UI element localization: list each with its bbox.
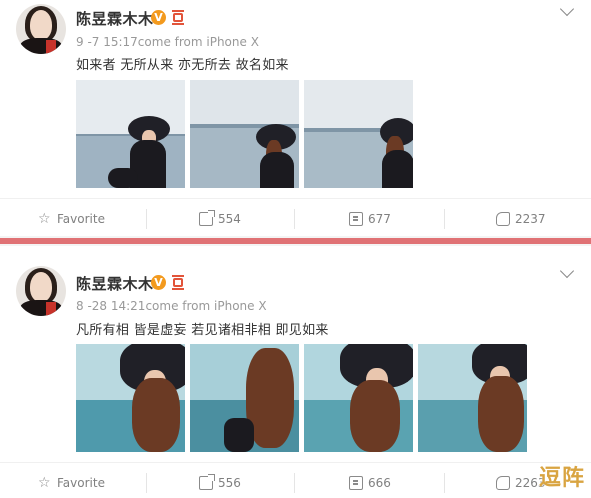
comment-button[interactable]: 666 <box>349 463 391 498</box>
avatar[interactable] <box>16 266 66 316</box>
star-icon: ☆ <box>38 475 51 491</box>
post-meta: 9 -7 15:17come from iPhone X <box>76 35 259 49</box>
post-text: 凡所有相 皆是虚妄 若见诸相非相 即见如来 <box>76 323 329 338</box>
post-photo[interactable] <box>190 80 299 188</box>
favorite-label: Favorite <box>57 476 105 490</box>
post-photo[interactable] <box>304 344 413 452</box>
chevron-down-icon[interactable] <box>559 1 575 17</box>
medal-icon <box>171 275 185 290</box>
post-text: 如来者 无所从来 亦无所去 故名如来 <box>76 58 289 73</box>
share-count: 556 <box>218 476 241 490</box>
favorite-label: Favorite <box>57 212 105 226</box>
share-button[interactable]: 556 <box>199 463 241 498</box>
verified-icon: V <box>151 275 166 290</box>
share-icon <box>199 210 215 226</box>
star-icon: ☆ <box>38 211 51 227</box>
verified-icon: V <box>151 10 166 25</box>
post-photo[interactable] <box>190 344 299 452</box>
post-meta: 8 -28 14:21come from iPhone X <box>76 299 267 313</box>
share-count: 554 <box>218 212 241 226</box>
like-icon <box>496 476 510 490</box>
user-name[interactable]: 陈昱霖木木 <box>76 8 154 29</box>
like-icon <box>496 212 510 226</box>
like-count: 2237 <box>515 212 546 226</box>
post-divider <box>0 236 591 246</box>
share-button[interactable]: 554 <box>199 199 241 239</box>
favorite-button[interactable]: ☆ Favorite <box>38 199 105 239</box>
post-photo[interactable] <box>76 344 185 452</box>
user-name[interactable]: 陈昱霖木木 <box>76 273 154 294</box>
comment-icon <box>349 476 363 490</box>
action-bar: ☆ Favorite 554 677 2237 <box>0 198 591 238</box>
comment-count: 666 <box>368 476 391 490</box>
post-card-2: 陈昱霖木木 V 8 -28 14:21come from iPhone X 凡所… <box>0 246 591 498</box>
comment-icon <box>349 212 363 226</box>
post-photo[interactable] <box>418 344 527 452</box>
post-card-1: 陈昱霖木木 V 9 -7 15:17come from iPhone X 如来者… <box>0 0 591 236</box>
comment-count: 677 <box>368 212 391 226</box>
watermark-logo: 逗阵 <box>538 466 585 491</box>
share-icon <box>199 474 215 490</box>
comment-button[interactable]: 677 <box>349 199 391 239</box>
action-bar: ☆ Favorite 556 666 2263 <box>0 462 591 498</box>
chevron-down-icon[interactable] <box>559 263 575 279</box>
favorite-button[interactable]: ☆ Favorite <box>38 463 105 498</box>
medal-icon <box>171 10 185 25</box>
like-button[interactable]: 2237 <box>496 199 546 239</box>
post-photo[interactable] <box>76 80 185 188</box>
avatar[interactable] <box>16 4 66 54</box>
post-photo[interactable] <box>304 80 413 188</box>
